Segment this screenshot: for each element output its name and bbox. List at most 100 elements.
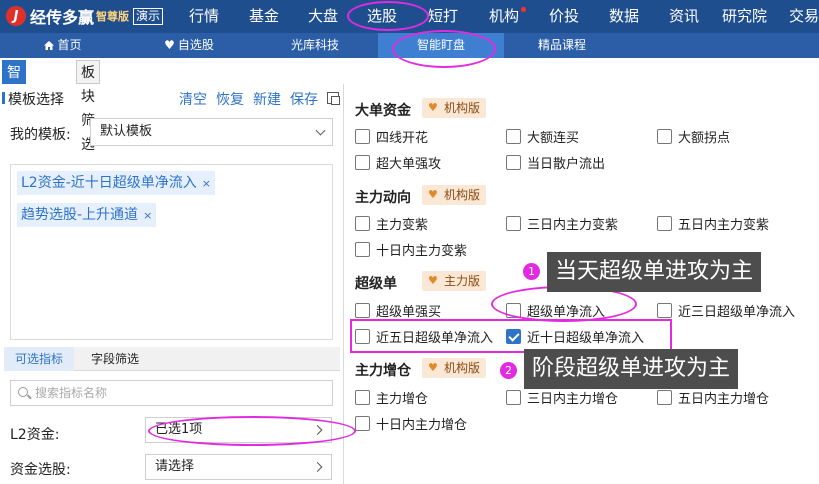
option-checkbox[interactable]: 大额拐点: [657, 127, 731, 146]
option-checkbox[interactable]: 三日内主力变紫: [506, 214, 618, 233]
nav-short-trade[interactable]: 短打: [428, 0, 458, 33]
edition-badge: 机构版: [422, 185, 487, 205]
option-label: 近三日超级单净流入: [678, 304, 796, 320]
option-checkbox[interactable]: 超级单强买: [355, 301, 442, 320]
option-checkbox[interactable]: 十日内主力变紫: [355, 240, 468, 259]
option-label: 主力变紫: [376, 217, 429, 233]
close-icon[interactable]: ×: [202, 177, 211, 190]
subnav-stock-tab[interactable]: 光库科技: [252, 33, 378, 58]
search-placeholder: 搜索指标名称: [35, 386, 108, 400]
option-label: 四线开花: [376, 130, 429, 146]
option-label: 大额拐点: [678, 130, 731, 146]
edition-badge: 机构版: [422, 358, 487, 378]
option-checkbox[interactable]: 主力变紫: [355, 214, 429, 233]
restore-button[interactable]: 恢复: [216, 89, 244, 109]
nav-funds[interactable]: 基金: [249, 0, 279, 33]
chevron-right-icon: [312, 462, 323, 472]
close-icon[interactable]: ×: [143, 209, 152, 222]
option-label: 五日内主力增仓: [678, 391, 770, 407]
option-label: 十日内主力变紫: [376, 243, 468, 259]
nav-news[interactable]: 资讯: [669, 0, 699, 33]
brand-logo[interactable]: J 经传多赢 智尊版 演示: [6, 5, 164, 27]
indicator-tabs: 可选指标 字段筛选: [4, 347, 340, 371]
nav-research[interactable]: 研究院: [722, 0, 767, 33]
option-checkbox[interactable]: 近三日超级单净流入: [657, 301, 796, 320]
my-template-value: 默认模板: [100, 124, 153, 139]
subnav-home[interactable]: 首页: [0, 33, 126, 58]
checkbox-box[interactable]: [506, 215, 521, 231]
option-label: 十日内主力增仓: [376, 417, 468, 433]
section-title: 主力增仓: [355, 363, 411, 379]
heart-icon: ♥: [164, 38, 175, 52]
option-checkbox[interactable]: 十日内主力增仓: [355, 414, 468, 433]
subnav-watchlist[interactable]: ♥ 自选股: [126, 33, 252, 58]
checkbox-box[interactable]: [657, 302, 672, 318]
template-heading: 模板选择: [2, 89, 64, 109]
nav-trade[interactable]: 交易: [789, 0, 819, 33]
nav-quotes[interactable]: 行情: [189, 0, 219, 33]
checkbox-box[interactable]: [355, 389, 370, 405]
nav-data[interactable]: 数据: [609, 0, 639, 33]
checkbox-box[interactable]: [355, 215, 370, 231]
checkbox-box[interactable]: [506, 154, 521, 170]
save-button[interactable]: 保存: [290, 89, 318, 109]
checkbox-box[interactable]: [355, 128, 370, 144]
subnav-courses[interactable]: 精品课程: [504, 33, 620, 58]
selected-tags: L2资金-近十日超级单净流入 × 趋势选股-上升通道 ×: [10, 164, 333, 340]
tab-available-indicators[interactable]: 可选指标: [4, 347, 75, 371]
template-actions: 清空 恢复 新建 保存: [170, 89, 340, 109]
copy-icon[interactable]: [327, 92, 340, 105]
fund-picker-label: 资金选股:: [10, 462, 71, 478]
subnav-watchlist-label: 自选股: [177, 38, 214, 52]
new-button[interactable]: 新建: [253, 89, 281, 109]
tag-label: 趋势选股-上升通道: [21, 207, 139, 223]
option-label: 大额连买: [527, 130, 580, 146]
option-checkbox[interactable]: 四线开花: [355, 127, 429, 146]
checkbox-box[interactable]: [355, 154, 370, 170]
tag-label: L2资金-近十日超级单净流入: [21, 175, 197, 191]
option-checkbox[interactable]: 超大单强攻: [355, 153, 441, 172]
checkbox-box[interactable]: [355, 241, 370, 257]
nav-market[interactable]: 大盘: [308, 0, 338, 33]
my-template-select[interactable]: 默认模板: [90, 118, 333, 146]
annotation-callout: 阶段超级单进攻为主: [524, 349, 739, 389]
nav-value-invest[interactable]: 价投: [549, 0, 579, 33]
option-checkbox[interactable]: 大额连买: [506, 127, 580, 146]
checkbox-box[interactable]: [657, 215, 672, 231]
option-checkbox[interactable]: 三日内主力增仓: [506, 388, 618, 407]
option-label: 五日内主力变紫: [678, 217, 770, 233]
tag-item[interactable]: L2资金-近十日超级单净流入 ×: [17, 171, 215, 195]
nav-notification-dot: [521, 7, 526, 12]
option-checkbox[interactable]: 五日内主力增仓: [657, 388, 770, 407]
brand-mark-icon: J: [6, 6, 26, 26]
checkbox-box[interactable]: [355, 302, 370, 318]
checkbox-box[interactable]: [355, 415, 370, 431]
checkbox-box[interactable]: [506, 128, 521, 144]
checkbox-box[interactable]: [657, 128, 672, 144]
edition-badge: 主力版: [422, 271, 487, 291]
fund-picker-value: 请选择: [155, 459, 195, 474]
option-checkbox[interactable]: 当日散户流出: [506, 153, 605, 172]
annotation-number: 1: [523, 263, 540, 280]
option-checkbox[interactable]: 五日内主力变紫: [657, 214, 770, 233]
brand-edition: 智尊版: [96, 10, 130, 23]
tab-smart-watch[interactable]: 智能盯盘: [2, 60, 26, 153]
tag-item[interactable]: 趋势选股-上升通道 ×: [17, 203, 157, 227]
section-title: 超级单: [355, 276, 397, 292]
section-title: 大单资金: [355, 103, 411, 119]
fund-picker-select[interactable]: 请选择: [145, 454, 332, 480]
search-input[interactable]: 搜索指标名称: [10, 380, 333, 406]
clear-button[interactable]: 清空: [179, 89, 207, 109]
demo-badge[interactable]: 演示: [133, 7, 164, 25]
my-template-label: 我的模板:: [10, 127, 71, 143]
tab-field-filter[interactable]: 字段筛选: [80, 347, 150, 371]
checkbox-box[interactable]: [657, 389, 672, 405]
nav-institution[interactable]: 机构: [489, 0, 519, 33]
tab-sector-filter[interactable]: 板块筛选: [76, 60, 100, 153]
l2-funds-label: L2资金:: [10, 427, 60, 443]
chevron-down-icon: [315, 125, 326, 136]
option-label: 超级单强买: [376, 304, 442, 320]
option-label: 主力增仓: [376, 391, 429, 407]
option-checkbox[interactable]: 主力增仓: [355, 388, 429, 407]
checkbox-box[interactable]: [506, 389, 521, 405]
